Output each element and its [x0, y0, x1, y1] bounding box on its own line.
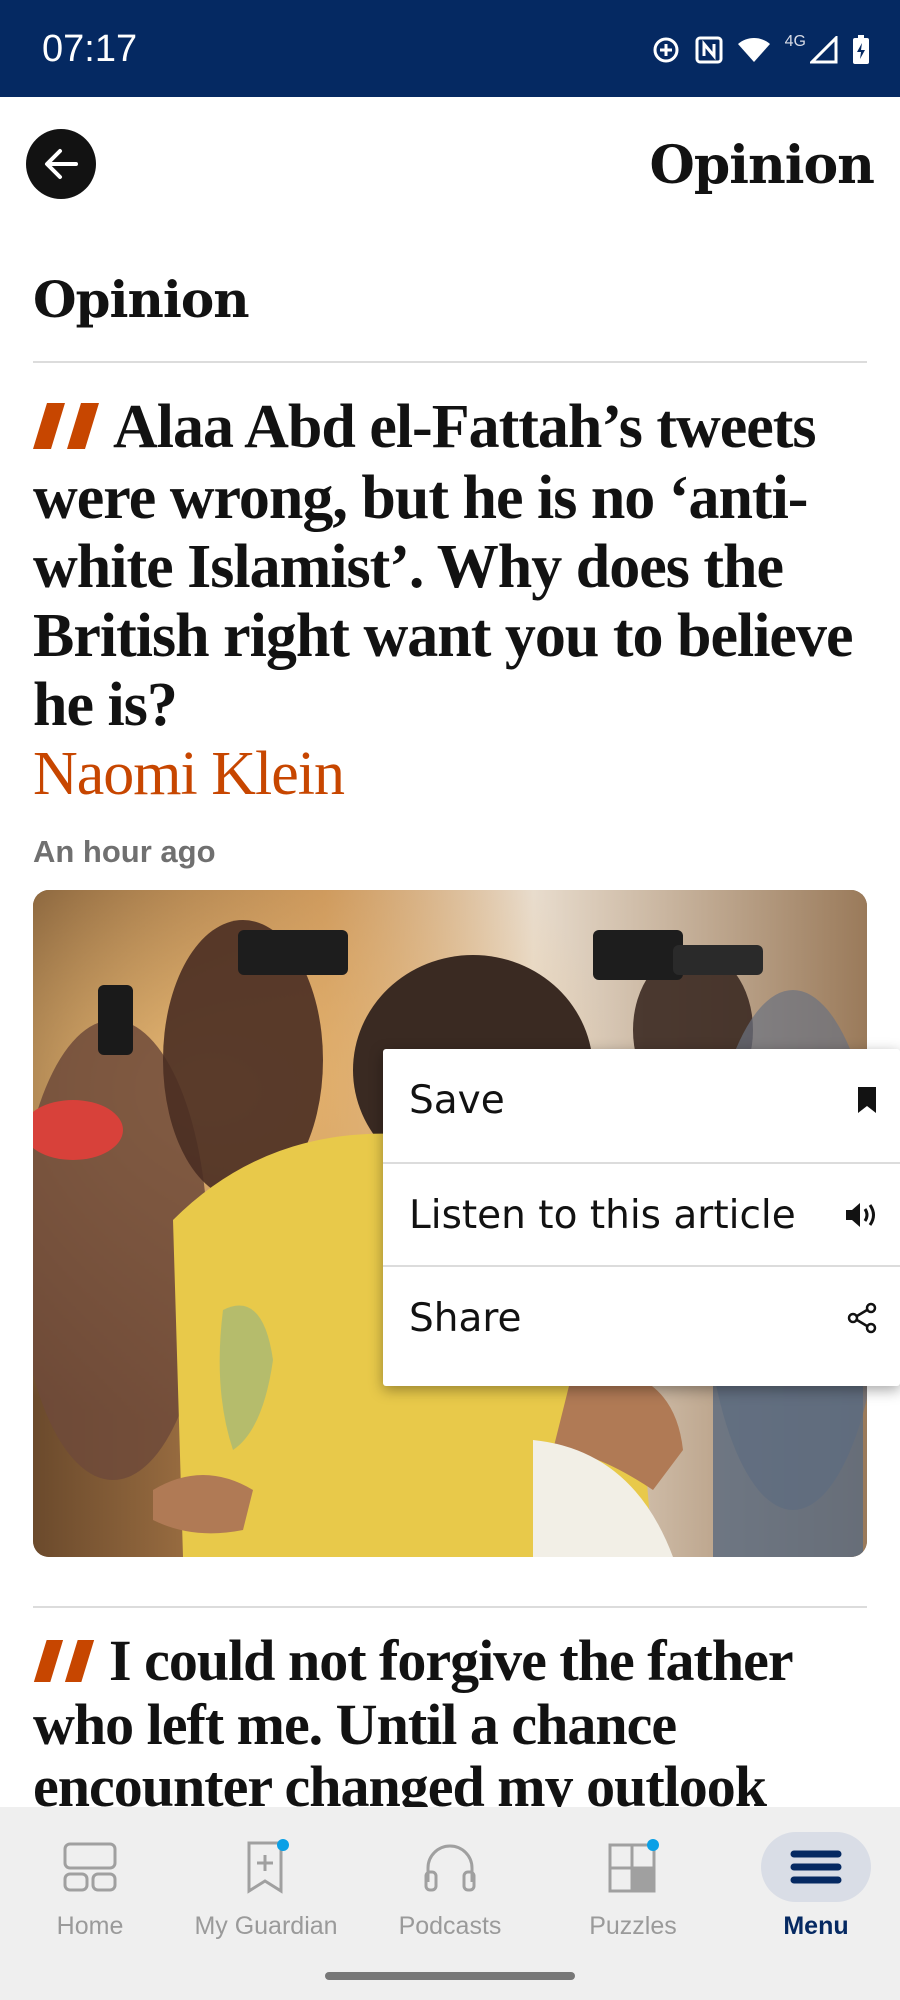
quote-icon: [33, 395, 99, 464]
nav-home[interactable]: Home: [0, 1807, 180, 1957]
nfc-icon: [695, 36, 723, 64]
signal-icon: [810, 36, 838, 64]
quote-icon: [33, 1632, 95, 1694]
article-byline: Naomi Klein: [33, 740, 345, 808]
top-bar: Opinion: [0, 97, 900, 237]
menu-item-label: Save: [409, 1077, 505, 1123]
nav-label: Puzzles: [589, 1912, 677, 1940]
article-headline: I could not forgive the father who left …: [33, 1630, 793, 1807]
bookmark-icon: [858, 1087, 876, 1113]
battery-icon: [852, 35, 870, 65]
puzzles-icon: [578, 1832, 688, 1902]
share-icon: [847, 1302, 877, 1334]
my-guardian-icon: [211, 1832, 321, 1902]
divider: [33, 1606, 867, 1608]
menu-item-label: Listen to this article: [409, 1192, 796, 1238]
network-label: 4G: [784, 33, 806, 50]
home-icon: [35, 1832, 145, 1902]
wifi-icon: [737, 36, 771, 64]
context-menu: Save Listen to this article Share: [383, 1049, 900, 1386]
back-button[interactable]: [26, 129, 96, 199]
article-timestamp: An hour ago: [33, 834, 216, 869]
nav-menu[interactable]: Menu: [726, 1807, 900, 1957]
menu-item-save[interactable]: Save: [383, 1049, 900, 1151]
header-title: Opinion: [649, 135, 875, 196]
status-icons: 4G: [651, 30, 870, 70]
status-bar: 07:17 4G: [0, 0, 900, 97]
article-card[interactable]: I could not forgive the father who left …: [33, 1630, 883, 1807]
menu-item-share[interactable]: Share: [383, 1267, 900, 1369]
article-card[interactable]: Alaa Abd el-Fattah’s tweets were wrong, …: [33, 393, 873, 809]
nav-label: Podcasts: [398, 1912, 502, 1940]
home-indicator[interactable]: [325, 1972, 575, 1980]
menu-item-listen[interactable]: Listen to this article: [383, 1164, 900, 1266]
nav-puzzles[interactable]: Puzzles: [543, 1807, 723, 1957]
headphones-icon: [395, 1832, 505, 1902]
article-headline: Alaa Abd el-Fattah’s tweets were wrong, …: [33, 393, 853, 739]
status-time: 07:17: [42, 28, 138, 70]
data-saver-icon: [651, 35, 681, 65]
section-heading: Opinion: [33, 270, 250, 329]
nav-label: My Guardian: [194, 1912, 338, 1940]
arrow-left-icon: [45, 149, 78, 179]
nav-podcasts[interactable]: Podcasts: [360, 1807, 540, 1957]
divider: [33, 361, 867, 363]
speaker-icon: [846, 1203, 875, 1227]
nav-label: Menu: [783, 1912, 849, 1940]
menu-item-label: Share: [409, 1295, 522, 1341]
nav-my-guardian[interactable]: My Guardian: [176, 1807, 356, 1957]
nav-label: Home: [56, 1912, 124, 1940]
menu-icon: [761, 1832, 871, 1902]
